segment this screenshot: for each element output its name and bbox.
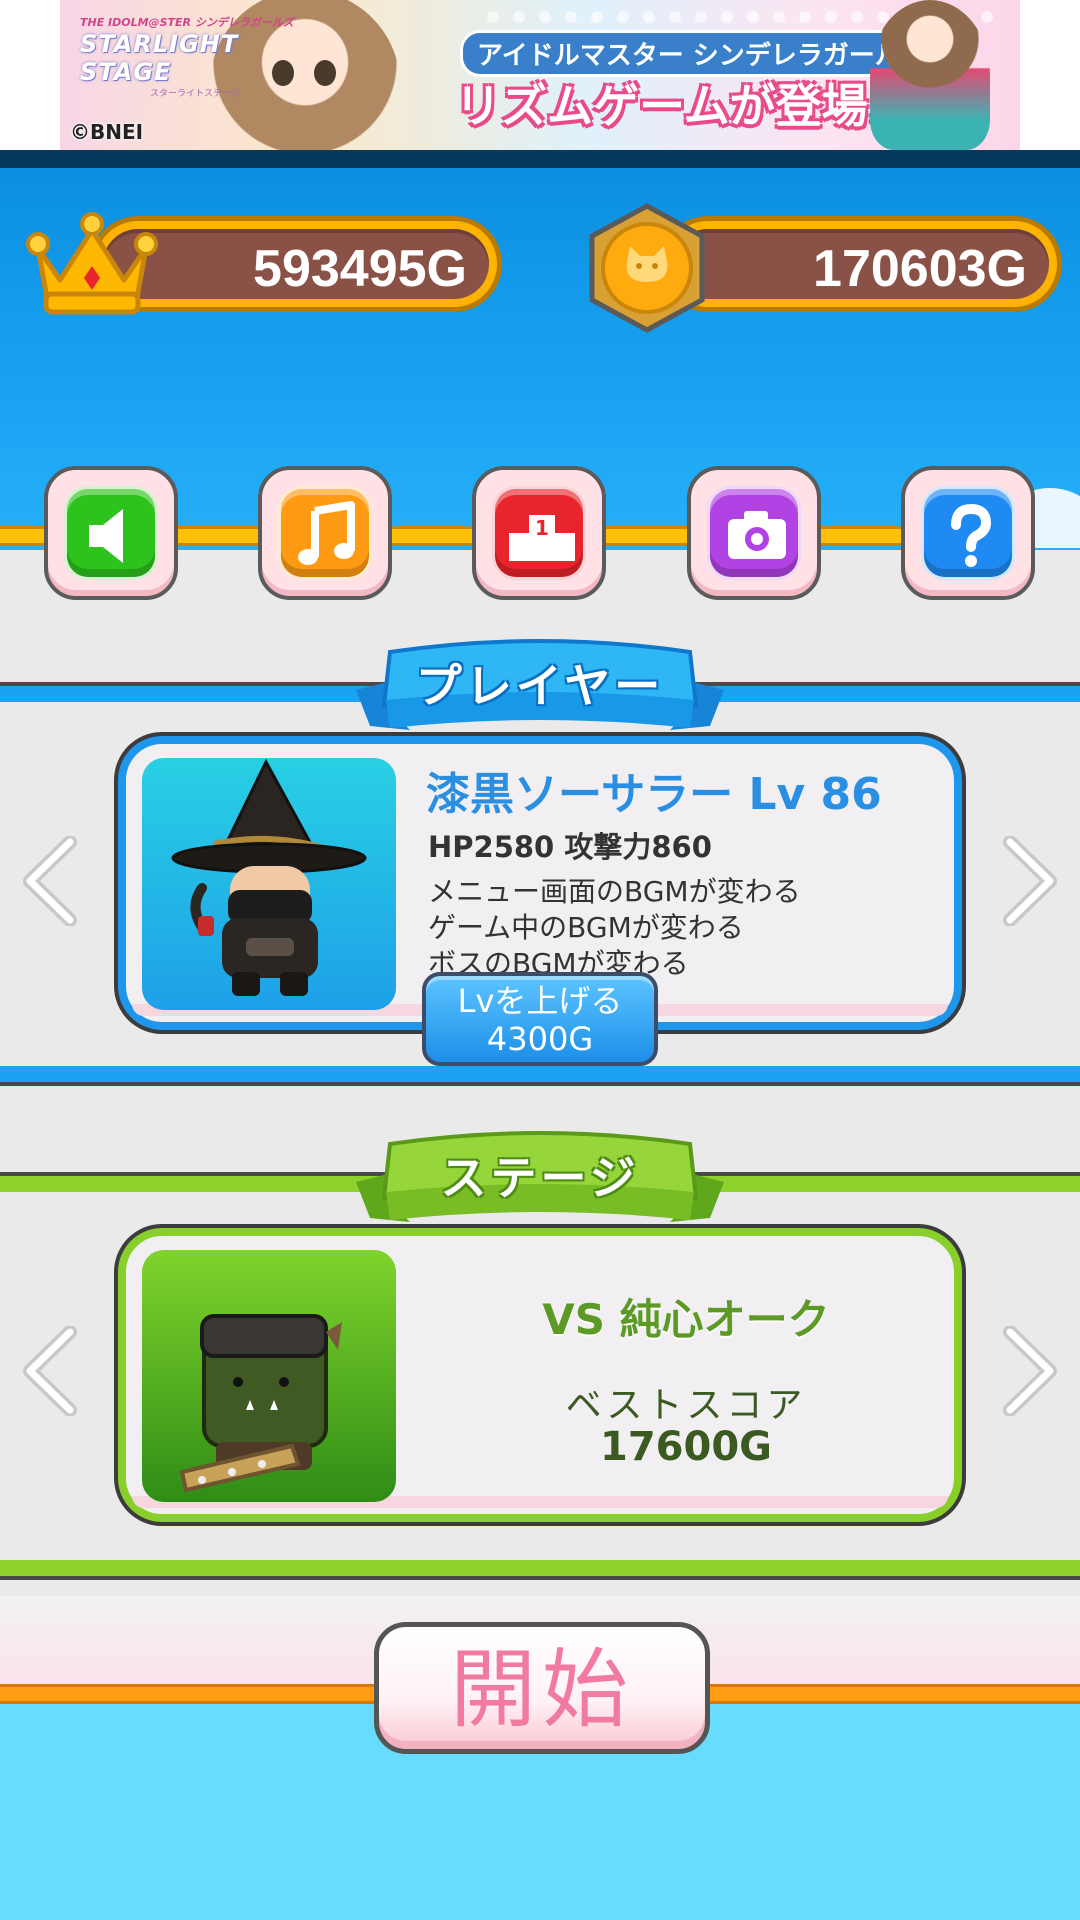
music-note-icon [298, 501, 355, 565]
stage-section-ribbon: ステージ [356, 1128, 724, 1238]
ranking-button[interactable]: 1 [472, 466, 606, 600]
best-score-value: 17600G [600, 1424, 772, 1470]
cat-coin-icon [584, 202, 710, 334]
player-name: 漆黒ソーサラー Lv 86 [426, 769, 882, 820]
stage-portrait [142, 1250, 396, 1502]
podium-icon: 1 [509, 515, 575, 561]
stage-prev-button[interactable] [20, 1325, 80, 1417]
stage-next-button[interactable] [1000, 1325, 1060, 1417]
sound-button[interactable] [44, 466, 178, 600]
chevron-right-icon [1003, 1325, 1057, 1417]
help-button[interactable] [901, 466, 1035, 600]
player-effect: ゲーム中のBGMが変わる [428, 911, 744, 944]
best-score-label: ベストスコア [565, 1385, 807, 1426]
orc-character-icon [179, 1314, 342, 1493]
sorcerer-character-icon [171, 758, 367, 996]
stage-card[interactable]: VS 純心オーク ベストスコア 17600G [118, 1228, 962, 1522]
start-button[interactable]: 開始 [374, 1622, 710, 1754]
player-portrait [142, 758, 396, 1010]
player-next-button[interactable] [1000, 835, 1060, 927]
crown-icon [24, 208, 160, 318]
camera-icon [728, 511, 786, 559]
level-up-label: Lvを上げる [457, 982, 623, 1020]
music-button[interactable] [258, 466, 392, 600]
player-effect: メニュー画面のBGMが変わる [428, 875, 801, 908]
cat-coin-value: 170603G [813, 240, 1027, 298]
banner-logo-line1: THE IDOLM@STER シンデレラガールズ [80, 16, 294, 29]
speaker-icon [89, 509, 123, 563]
chevron-left-icon [23, 1325, 77, 1417]
player-section-title: プレイヤー [415, 659, 665, 713]
ranking-button-face: 1 [492, 486, 586, 580]
ad-banner-area: THE IDOLM@STER シンデレラガールズ STARLIGHT STAGE… [0, 0, 1080, 150]
banner-logo-line2: STARLIGHT STAGE [80, 30, 239, 86]
cat-coin-counter: 170603G [660, 216, 1062, 312]
help-button-face [921, 486, 1015, 580]
cat-coin-counter-inner: 170603G [673, 229, 1049, 299]
camera-button[interactable] [687, 466, 821, 600]
player-stats: HP2580 攻撃力860 [428, 830, 712, 864]
player-section-ribbon: プレイヤー [356, 636, 724, 746]
banner-logo-line3: スターライトステージ [150, 89, 240, 99]
music-button-face [278, 486, 372, 580]
crown-gold-counter-inner: 593495G [103, 229, 489, 299]
chevron-right-icon [1003, 835, 1057, 927]
banner-copyright: ©BNEI [70, 120, 144, 144]
banner-subheadline: リズムゲームが登場♪ [455, 79, 897, 133]
level-up-cost: 4300G [486, 1020, 594, 1058]
ad-banner[interactable]: THE IDOLM@STER シンデレラガールズ STARLIGHT STAGE… [60, 0, 1020, 150]
question-icon [951, 503, 992, 567]
crown-gold-value: 593495G [253, 240, 467, 298]
sound-button-face [64, 486, 158, 580]
banner-character-right [870, 0, 990, 150]
start-button-label: 開始 [450, 1640, 634, 1740]
stage-name: VS 純心オーク [542, 1295, 830, 1344]
banner-logo: THE IDOLM@STER シンデレラガールズ STARLIGHT STAGE… [80, 14, 320, 99]
camera-button-face [707, 486, 801, 580]
stage-section-title: ステージ [440, 1151, 640, 1205]
chevron-left-icon [23, 835, 77, 927]
svg-text:1: 1 [535, 516, 549, 540]
level-up-button[interactable]: Lvを上げる 4300G [422, 972, 658, 1066]
player-prev-button[interactable] [20, 835, 80, 927]
